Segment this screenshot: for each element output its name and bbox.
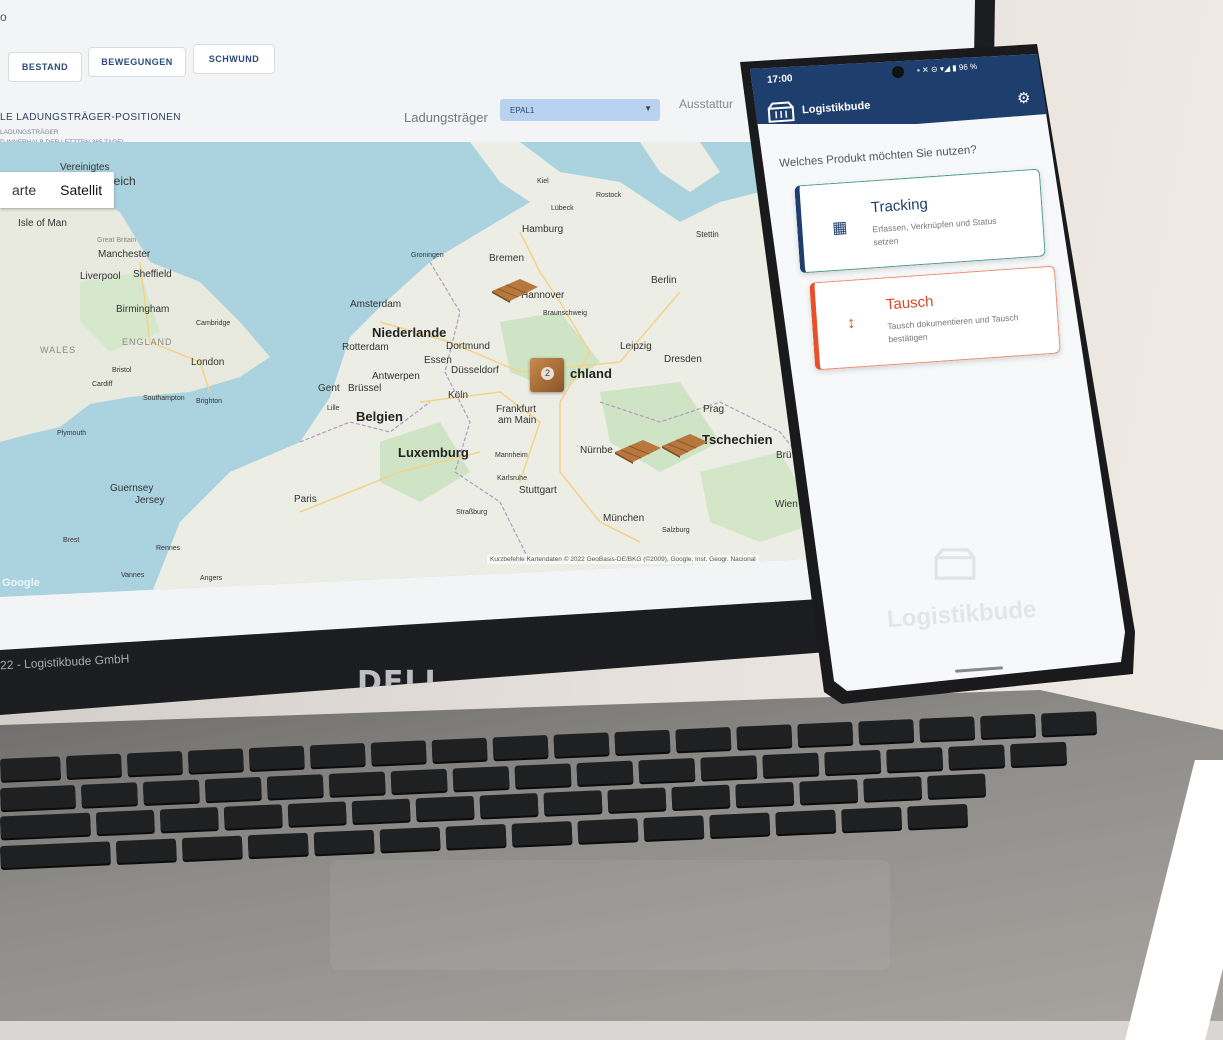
map-label: Prag xyxy=(703,404,724,415)
exchange-icon: ↕ xyxy=(847,315,856,334)
map-attribution: Kurzbefehle Kartendaten © 2022 GeoBasis-… xyxy=(487,555,759,564)
map-label: Guernsey xyxy=(110,483,153,494)
country-label: Niederlande xyxy=(372,325,446,340)
map-label: Jersey xyxy=(135,495,164,506)
panel-subtitle: LADUNGSTRÄGER xyxy=(0,129,59,136)
pallet-marker[interactable] xyxy=(613,438,663,464)
map-label: Mannheim xyxy=(495,452,528,459)
map-label: Braunschweig xyxy=(543,310,587,317)
map-type-satellit[interactable]: Satellit xyxy=(48,172,114,208)
pallet-marker[interactable] xyxy=(660,432,710,458)
pallet-cluster-marker[interactable]: 2 xyxy=(530,358,564,392)
tab-bestand[interactable]: BESTAND xyxy=(8,52,82,82)
panel-title: LE LADUNGSTRÄGER-POSITIONEN xyxy=(0,112,181,123)
map-label: Frankfurt xyxy=(496,404,536,415)
map-label: Stettin xyxy=(696,230,719,239)
map-label: Brighton xyxy=(196,398,222,405)
tracking-title: Tracking xyxy=(870,195,928,216)
map-label: Amsterdam xyxy=(350,299,401,310)
map-label: Cambridge xyxy=(196,320,230,327)
map-label: Paris xyxy=(294,494,317,505)
country-label: Belgien xyxy=(356,409,403,424)
map-label: Berlin xyxy=(651,275,677,286)
tausch-card[interactable]: ↕ Tausch Tausch dokumentieren und Tausch… xyxy=(809,266,1061,371)
map-label: Kiel xyxy=(537,178,549,185)
qr-code-icon: ▦ xyxy=(832,217,848,238)
map-label: Rennes xyxy=(156,545,180,552)
map-label: Stuttgart xyxy=(519,485,557,496)
map-label: Lübeck xyxy=(551,205,574,212)
map-label: Bristol xyxy=(112,367,131,374)
map-label: Leipzig xyxy=(620,341,652,352)
ladungstraeger-label: Ladungsträger xyxy=(404,110,488,125)
map-label: Vannes xyxy=(121,572,144,579)
tausch-description: Tausch dokumentieren und Tausch bestätig… xyxy=(887,310,1038,346)
status-time: 17:00 xyxy=(767,73,793,86)
app-header-text: o xyxy=(0,10,7,24)
map-label: Brest xyxy=(63,537,79,544)
map-label: Plymouth xyxy=(57,430,86,437)
camera-icon xyxy=(892,66,904,78)
map-label: Rotterdam xyxy=(342,342,389,353)
map-label: Antwerpen xyxy=(372,371,420,382)
map-label: Lille xyxy=(327,405,339,412)
map-label: Köln xyxy=(448,390,468,401)
map-label: ENGLAND xyxy=(122,337,173,347)
map-label: Liverpool xyxy=(80,271,121,282)
map-label: Birmingham xyxy=(116,304,169,315)
map-label: Salzburg xyxy=(662,527,690,534)
map-label: Isle of Man xyxy=(18,218,67,229)
gear-icon[interactable]: ⚙ xyxy=(1017,89,1030,107)
map-label: Nürnbe xyxy=(580,445,613,456)
tab-schwund[interactable]: SCHWUND xyxy=(193,44,275,74)
google-watermark: Google xyxy=(2,577,40,589)
pallet-marker[interactable] xyxy=(490,277,540,303)
map-label: Bremen xyxy=(489,253,524,264)
map-label: Straßburg xyxy=(456,509,487,516)
trackpad[interactable] xyxy=(330,860,890,970)
ladungstraeger-value: EPAL1 xyxy=(510,106,534,115)
ladungstraeger-select[interactable]: EPAL1 ▼ xyxy=(500,99,660,121)
map-label: Sheffield xyxy=(133,269,172,280)
map-label: Dresden xyxy=(664,354,702,365)
map-label: Gent xyxy=(318,383,340,394)
ausstattung-label: Ausstattur xyxy=(679,97,733,111)
tracking-card[interactable]: ▦ Tracking Erfassen, Verknüpfen und Stat… xyxy=(794,169,1046,274)
map-label: Rostock xyxy=(596,192,621,199)
country-label: chland xyxy=(570,366,612,381)
tausch-title: Tausch xyxy=(885,293,934,313)
cluster-count: 2 xyxy=(541,367,554,380)
map-label: London xyxy=(191,357,224,368)
country-label: Luxemburg xyxy=(398,445,469,460)
map-label: Southampton xyxy=(143,395,185,402)
map-label: Essen xyxy=(424,355,452,366)
map-label: Karlsruhe xyxy=(497,475,527,482)
tracking-description: Erfassen, Verknüpfen und Status setzen xyxy=(872,213,1023,249)
map-label: WALES xyxy=(40,345,76,355)
map-type-karte[interactable]: arte xyxy=(0,172,48,208)
map-label: am Main xyxy=(498,415,536,426)
map-label: Brüssel xyxy=(348,383,381,394)
map-label: München xyxy=(603,513,644,524)
footer-copyright: 22 - Logistikbude GmbH xyxy=(0,652,130,673)
map-label: Düsseldorf xyxy=(451,365,499,376)
laptop-keyboard xyxy=(0,690,1223,1021)
map-label: Groningen xyxy=(411,252,444,259)
map-label: Dortmund xyxy=(446,341,490,352)
map-type-toggle: arte Satellit xyxy=(0,172,114,208)
logistikbude-watermark-icon xyxy=(933,544,977,584)
map-label: Cardiff xyxy=(92,381,113,388)
map-label: Angers xyxy=(200,575,222,582)
map-label: Hamburg xyxy=(522,224,563,235)
phone: 17:00 • ✕ ⊝ ▾◢ ▮ 96 % Logistikbude ⚙ Wel… xyxy=(737,44,1137,704)
chevron-down-icon: ▼ xyxy=(644,104,652,113)
map-label: Manchester xyxy=(98,249,150,260)
tab-bewegungen[interactable]: BEWEGUNGEN xyxy=(88,47,186,77)
logistikbude-logo-icon xyxy=(766,101,795,123)
map-label: Great Britain xyxy=(97,237,136,244)
